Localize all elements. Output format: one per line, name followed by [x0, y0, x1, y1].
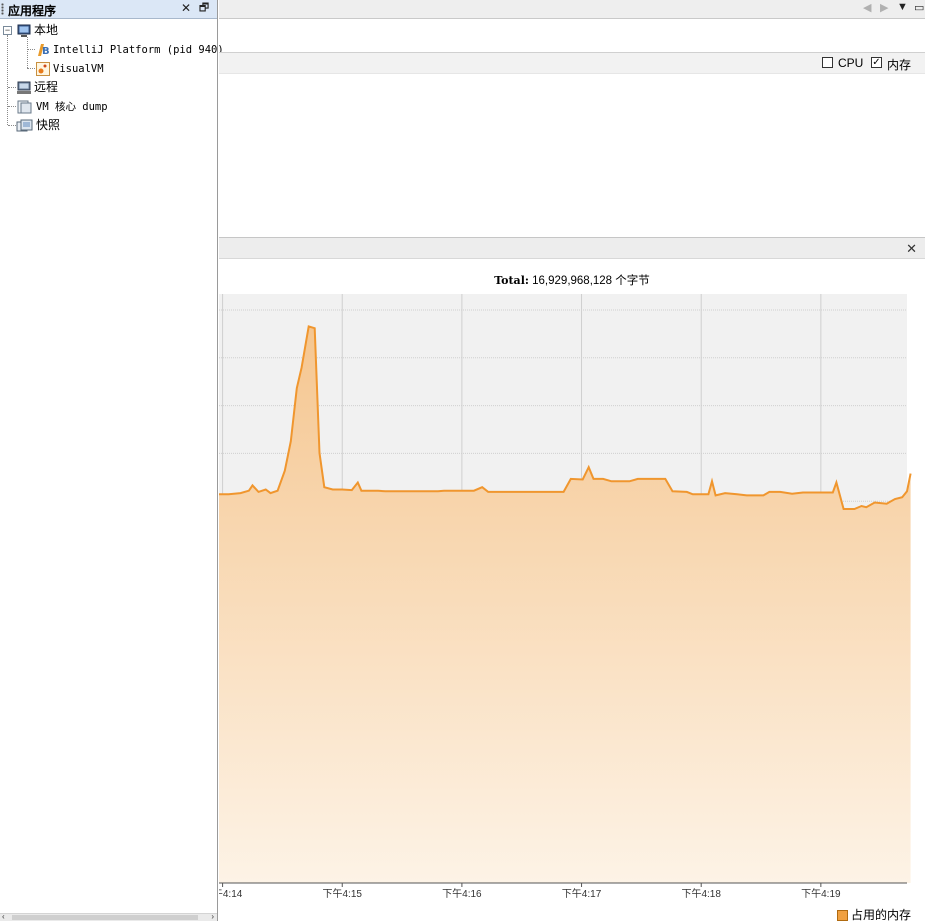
x-tick-label: 下午4:17 [562, 887, 602, 898]
chart-title: Total: 16,929,968,128 个字节 [219, 272, 925, 288]
legend-swatch [836, 910, 848, 921]
intellij-app-icon: B [35, 42, 51, 58]
scrollbar-thumb[interactable] [12, 915, 198, 920]
tree-item-label: VisualVM [53, 63, 104, 75]
tree-item-vm-coredump[interactable]: VM 核心 dump [16, 97, 108, 115]
tab-bar: ◀ ▶ ▼ ▭ [219, 0, 925, 19]
scroll-left-icon[interactable]: ‹ [2, 912, 5, 921]
tree-item-label: IntelliJ Platform (pid 940) [53, 44, 224, 56]
memory-checkbox-label: 内存 [887, 58, 912, 72]
svg-text:B: B [42, 46, 50, 57]
cpu-checkbox[interactable] [822, 57, 833, 68]
visualvm-window: 应用程序 ✕ 🗗 − 本地 B IntelliJ Platform (pid 9… [0, 0, 925, 921]
coredump-icon [16, 99, 34, 115]
x-tick-label: 下午4:18 [681, 887, 721, 898]
chart-title-label: Total: [494, 274, 529, 287]
tree-connector [8, 87, 16, 88]
monitor-options-bar: CPU ✓ 内存 [219, 52, 925, 74]
tree-connector [8, 125, 16, 126]
maximize-icon[interactable]: ▭ [914, 1, 924, 14]
memory-checkbox[interactable]: ✓ [871, 57, 882, 68]
panel-title: 应用程序 [8, 4, 57, 18]
x-tick-label: 下午4:16 [442, 887, 482, 898]
tab-list-dropdown-icon[interactable]: ▼ [897, 1, 908, 13]
tree-connector [27, 49, 35, 50]
x-tick-label: 下午4:14 [219, 887, 243, 898]
snapshot-icon [16, 118, 34, 134]
horizontal-scrollbar[interactable]: ‹ › [0, 912, 217, 921]
memory-area-chart: 下午4:14 下午4:15 下午4:16 下午4:17 下午4:18 下午4:19 [219, 294, 912, 898]
tree-connector [8, 106, 16, 107]
tree-connector [7, 35, 8, 125]
tree-item-intellij[interactable]: B IntelliJ Platform (pid 940) [35, 40, 224, 58]
tree-item-label: VM 核心 dump [36, 101, 108, 113]
drag-grip-icon[interactable] [1, 3, 4, 15]
chart-title-value: 16,929,968,128 个字节 [532, 275, 650, 287]
tree-item-label: 快照 [36, 118, 61, 132]
cpu-checkbox-label: CPU [838, 56, 864, 70]
tree-item-snapshots[interactable]: 快照 [16, 116, 60, 134]
tree-connector [27, 37, 28, 68]
tree-item-visualvm[interactable]: VisualVM [35, 59, 104, 77]
tree-item-remote[interactable]: 远程 [16, 78, 58, 96]
tree-item-label: 远程 [34, 80, 59, 94]
close-icon[interactable]: ✕ [179, 1, 193, 15]
x-tick-label: 下午4:19 [801, 887, 841, 898]
legend-label: 占用的内存 [850, 908, 911, 921]
x-tick-label: 下午4:15 [323, 887, 363, 898]
computer-icon [16, 23, 32, 39]
scroll-right-icon[interactable]: › [211, 912, 214, 921]
memory-chart-header: ✕ [219, 237, 925, 259]
applications-panel: 应用程序 ✕ 🗗 − 本地 B IntelliJ Platform (pid 9… [0, 0, 224, 921]
scroll-tabs-left-icon[interactable]: ◀ [863, 1, 871, 14]
chart-legend: 占用的内存 [836, 906, 911, 921]
visualvm-app-icon [35, 61, 51, 77]
tree-item-label: 本地 [34, 23, 59, 37]
collapse-toggle-icon[interactable]: − [3, 26, 12, 35]
tree-connector [27, 68, 35, 69]
scroll-tabs-right-icon[interactable]: ▶ [880, 1, 888, 14]
applications-panel-header: 应用程序 ✕ 🗗 [0, 0, 217, 19]
tree-item-local[interactable]: 本地 [16, 21, 58, 39]
restore-window-icon[interactable]: 🗗 [197, 1, 211, 15]
main-area: ◀ ▶ ▼ ▭ CPU ✓ 内存 ✕ Total: 16,929,968,128… [219, 0, 925, 921]
close-icon[interactable]: ✕ [906, 241, 917, 257]
remote-host-icon [16, 80, 32, 96]
